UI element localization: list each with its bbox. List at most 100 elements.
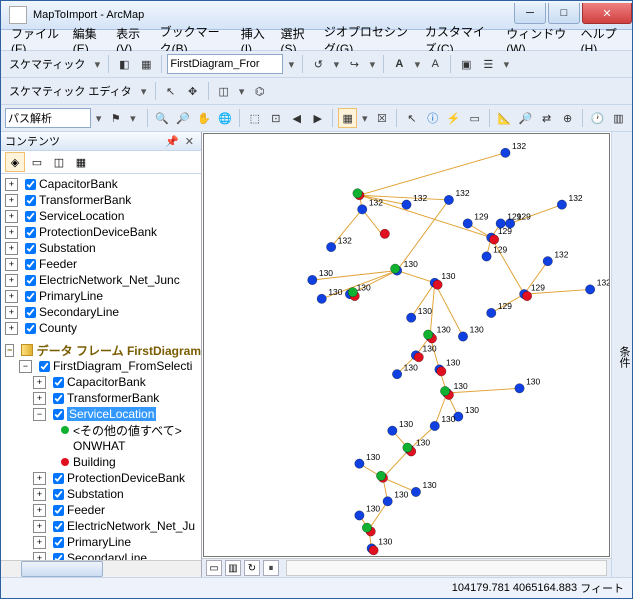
list-by-visibility-icon[interactable]: ◫ [49, 152, 69, 172]
layer-checkbox[interactable] [53, 473, 64, 484]
pause-drawing-icon[interactable]: ⏸ [263, 560, 279, 576]
tree-row[interactable]: +SecondaryLine [1, 304, 201, 320]
zoom-out-icon[interactable]: 🔎 [174, 108, 193, 128]
close-button[interactable]: ✕ [582, 3, 632, 24]
time-slider-icon[interactable]: 🕐 [588, 108, 607, 128]
goto-xy-icon[interactable]: ⊕ [558, 108, 577, 128]
propagate-icon[interactable]: ↪ [344, 54, 364, 74]
diagram-combo[interactable] [167, 54, 283, 74]
layer-checkbox[interactable] [25, 243, 36, 254]
find-icon[interactable]: 🔎 [516, 108, 535, 128]
tree-row[interactable]: <その他の値すべて> [1, 422, 201, 438]
list-by-source-icon[interactable]: ▭ [27, 152, 47, 172]
flag-icon[interactable]: ⚑ [106, 108, 125, 128]
layer-checkbox[interactable] [53, 393, 64, 404]
tree-row[interactable]: +ServiceLocation [1, 208, 201, 224]
refresh-view-icon[interactable]: ↻ [244, 560, 260, 576]
maximize-button[interactable]: □ [548, 3, 580, 24]
open-diagram-icon[interactable]: ▦ [136, 54, 156, 74]
layer-checkbox[interactable] [25, 227, 36, 238]
tree-row[interactable]: −ServiceLocation [1, 406, 201, 422]
map-hscroll[interactable] [286, 560, 607, 576]
dropdown-icon[interactable]: ▾ [138, 82, 150, 100]
select-elements-icon[interactable]: ↖ [402, 108, 421, 128]
data-view-icon[interactable]: ▭ [206, 560, 222, 576]
layer-checkbox[interactable] [53, 521, 64, 532]
tree-row[interactable]: +ProtectionDeviceBank [1, 224, 201, 240]
hyperlink-icon[interactable]: ⚡ [444, 108, 463, 128]
fixed-zoom-in-icon[interactable]: ⬚ [245, 108, 264, 128]
layer-checkbox[interactable] [25, 195, 36, 206]
layer-checkbox[interactable] [53, 553, 64, 561]
pin-icon[interactable]: 📌 [162, 135, 182, 148]
layout-view-icon[interactable]: ▥ [225, 560, 241, 576]
identify-icon[interactable]: ⓘ [423, 108, 442, 128]
tree-row[interactable]: −FirstDiagram_FromSelecti [1, 358, 201, 374]
tree-row[interactable]: +TransformerBank [1, 390, 201, 406]
measure-icon[interactable]: 📐 [495, 108, 514, 128]
minimize-button[interactable]: ─ [514, 3, 546, 24]
tree-row[interactable]: +Substation [1, 486, 201, 502]
tree-row[interactable]: ONWHAT [1, 438, 201, 454]
tree-row[interactable]: +County [1, 320, 201, 336]
dataframe-header[interactable]: −データ フレーム FirstDiagram [1, 342, 201, 358]
tree-icon[interactable]: ⌬ [250, 81, 270, 101]
route-combo[interactable] [5, 108, 91, 128]
layer-checkbox[interactable] [25, 307, 36, 318]
layer-checkbox[interactable] [25, 275, 36, 286]
layout-icon[interactable]: ◫ [214, 81, 234, 101]
back-icon[interactable]: ◀ [287, 108, 306, 128]
tree-row[interactable]: +Feeder [1, 256, 201, 272]
layer-checkbox[interactable] [53, 489, 64, 500]
layer-tree[interactable]: +CapacitorBank+TransformerBank+ServiceLo… [1, 174, 201, 560]
options-icon[interactable]: ☰ [478, 54, 498, 74]
layer-checkbox[interactable] [53, 377, 64, 388]
toc-hscroll[interactable] [1, 560, 201, 577]
tree-row[interactable]: Building [1, 454, 201, 470]
clear-selection-icon[interactable]: ☒ [372, 108, 391, 128]
bold-icon[interactable]: A [389, 54, 409, 74]
save-edits-icon[interactable]: ▣ [456, 54, 476, 74]
viewer-icon[interactable]: ▥ [609, 108, 628, 128]
tree-row[interactable]: +SecondaryLine [1, 550, 201, 560]
layer-checkbox[interactable] [53, 409, 64, 420]
tree-row[interactable]: +PrimaryLine [1, 288, 201, 304]
tree-row[interactable]: +ElectricNetwork_Net_Ju [1, 518, 201, 534]
select-features-icon[interactable]: ▦ [338, 108, 357, 128]
fixed-zoom-out-icon[interactable]: ⊡ [266, 108, 285, 128]
new-diagram-icon[interactable]: ◧ [114, 54, 134, 74]
text-icon[interactable]: A [425, 54, 445, 74]
tree-row[interactable]: +Substation [1, 240, 201, 256]
tree-row[interactable]: +PrimaryLine [1, 534, 201, 550]
layer-checkbox[interactable] [39, 361, 50, 372]
tree-row[interactable]: +ElectricNetwork_Net_Junc [1, 272, 201, 288]
refresh-icon[interactable]: ↺ [308, 54, 328, 74]
layer-checkbox[interactable] [25, 259, 36, 270]
layer-checkbox[interactable] [25, 179, 36, 190]
html-popup-icon[interactable]: ▭ [465, 108, 484, 128]
layer-checkbox[interactable] [53, 537, 64, 548]
list-by-selection-icon[interactable]: ▦ [71, 152, 91, 172]
right-dock-tab[interactable]: 条件 [611, 132, 632, 577]
layer-checkbox[interactable] [25, 323, 36, 334]
list-by-drawing-icon[interactable]: ◈ [5, 152, 25, 172]
pan-icon[interactable]: ✋ [194, 108, 213, 128]
layer-checkbox[interactable] [25, 211, 36, 222]
map-canvas[interactable]: 1321321321321321321291291291291291321321… [203, 133, 610, 557]
zoom-in-icon[interactable]: 🔍 [153, 108, 172, 128]
dropdown-icon[interactable]: ▾ [285, 55, 297, 73]
tree-row[interactable]: +ProtectionDeviceBank [1, 470, 201, 486]
layer-checkbox[interactable] [53, 505, 64, 516]
tree-row[interactable]: +CapacitorBank [1, 176, 201, 192]
tree-row[interactable]: +CapacitorBank [1, 374, 201, 390]
pointer-icon[interactable]: ↖ [161, 81, 181, 101]
forward-icon[interactable]: ▶ [308, 108, 327, 128]
full-extent-icon[interactable]: 🌐 [215, 108, 234, 128]
move-icon[interactable]: ✥ [183, 81, 203, 101]
layer-checkbox[interactable] [25, 291, 36, 302]
dropdown-icon[interactable]: ▾ [91, 55, 103, 73]
find-route-icon[interactable]: ⇄ [537, 108, 556, 128]
tree-row[interactable]: +Feeder [1, 502, 201, 518]
close-panel-icon[interactable]: ✕ [182, 135, 197, 148]
tree-row[interactable]: +TransformerBank [1, 192, 201, 208]
